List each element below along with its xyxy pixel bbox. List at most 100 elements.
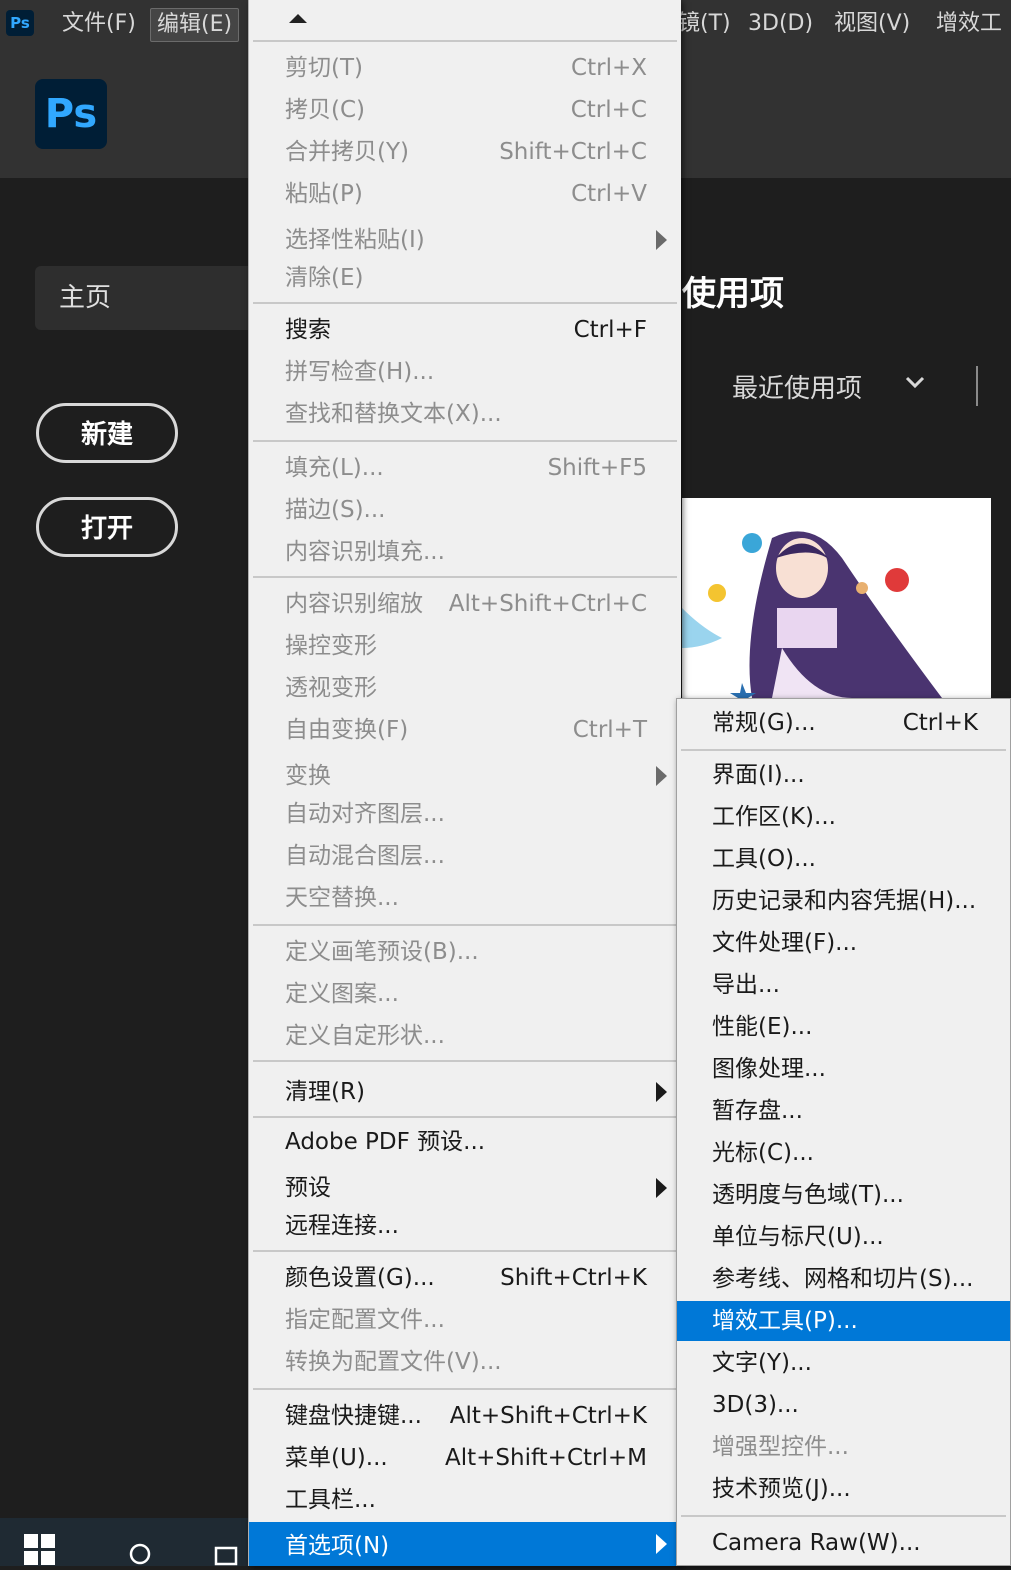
- menu-item-clear[interactable]: 清除(E): [249, 258, 681, 298]
- menu-item-find-replace[interactable]: 查找和替换文本(X)...: [249, 394, 681, 434]
- menu-edit[interactable]: 编辑(E): [150, 8, 240, 42]
- menu-item-copy-merged[interactable]: 合并拷贝(Y) Shift+Ctrl+C: [249, 132, 681, 172]
- menu-item-free-transform[interactable]: 自由变换(F) Ctrl+T: [249, 710, 681, 750]
- menu-item-define-pattern[interactable]: 定义图案...: [249, 974, 681, 1014]
- open-button[interactable]: 打开: [36, 497, 178, 557]
- label: 菜单(U)...: [285, 1445, 388, 1471]
- menu-item-search[interactable]: 搜索 Ctrl+F: [249, 310, 681, 350]
- task-view-icon[interactable]: [214, 1542, 246, 1566]
- label: 图像处理...: [712, 1056, 826, 1082]
- label: 预设: [285, 1175, 331, 1201]
- menu-item-adobe-pdf-presets[interactable]: Adobe PDF 预设...: [249, 1122, 681, 1162]
- menu-item-puppet-warp[interactable]: 操控变形: [249, 626, 681, 666]
- menu-item-transform[interactable]: 变换: [249, 756, 681, 796]
- shortcut: Alt+Shift+Ctrl+C: [448, 591, 647, 617]
- label: 定义画笔预设(B)...: [285, 939, 479, 965]
- label: 操控变形: [285, 633, 377, 659]
- menu-item-auto-align[interactable]: 自动对齐图层...: [249, 794, 681, 834]
- menu-item-content-aware-scale[interactable]: 内容识别缩放 Alt+Shift+Ctrl+C: [249, 584, 681, 624]
- menu-item-cut[interactable]: 剪切(T) Ctrl+X: [249, 48, 681, 88]
- menu-item-toolbar[interactable]: 工具栏...: [249, 1480, 681, 1520]
- label: 透明度与色域(T)...: [712, 1182, 904, 1208]
- menu-item-perspective-warp[interactable]: 透视变形: [249, 668, 681, 708]
- menu-item-fill[interactable]: 填充(L)... Shift+F5: [249, 448, 681, 488]
- recent-file-thumbnail[interactable]: [682, 498, 991, 698]
- menu-view[interactable]: 视图(V): [828, 8, 916, 40]
- label: Adobe PDF 预设...: [285, 1129, 486, 1155]
- menu-item-preferences[interactable]: 首选项(N): [249, 1522, 681, 1566]
- pref-item-image-processing[interactable]: 图像处理...: [677, 1049, 1010, 1089]
- label: 选择性粘贴(I): [285, 227, 425, 253]
- menu-separator: [681, 749, 1006, 751]
- menu-item-auto-blend[interactable]: 自动混合图层...: [249, 836, 681, 876]
- pref-item-file-handling[interactable]: 文件处理(F)...: [677, 923, 1010, 963]
- menu-filter[interactable]: 镜(T): [672, 8, 737, 40]
- recent-sort-dropdown[interactable]: 最近使用项: [732, 368, 862, 405]
- pref-item-guides-grid[interactable]: 参考线、网格和切片(S)...: [677, 1259, 1010, 1299]
- label: 技术预览(J)...: [712, 1476, 851, 1502]
- menu-item-define-brush[interactable]: 定义画笔预设(B)...: [249, 932, 681, 972]
- menu-plugins[interactable]: 增效工: [930, 8, 1008, 40]
- anime-girl-image: [682, 498, 991, 698]
- pref-item-cursors[interactable]: 光标(C)...: [677, 1133, 1010, 1173]
- menu-item-menus[interactable]: 菜单(U)... Alt+Shift+Ctrl+M: [249, 1438, 681, 1478]
- label: 工具栏...: [285, 1487, 376, 1513]
- pref-item-tech-preview[interactable]: 技术预览(J)...: [677, 1469, 1010, 1509]
- menu-item-paste-special[interactable]: 选择性粘贴(I): [249, 220, 681, 260]
- label: 清除(E): [285, 265, 364, 291]
- pref-item-general[interactable]: 常规(G)... Ctrl+K: [677, 703, 1010, 743]
- label: 自动对齐图层...: [285, 801, 445, 827]
- label: 搜索: [285, 317, 331, 343]
- pref-item-history[interactable]: 历史记录和内容凭据(H)...: [677, 881, 1010, 921]
- menu-item-spell-check[interactable]: 拼写检查(H)...: [249, 352, 681, 392]
- label: 常规(G)...: [712, 710, 816, 736]
- menu-item-remote-connections[interactable]: 远程连接...: [249, 1206, 681, 1246]
- menu-item-define-shape[interactable]: 定义自定形状...: [249, 1016, 681, 1056]
- label: 参考线、网格和切片(S)...: [712, 1266, 974, 1292]
- menu-file[interactable]: 文件(F): [56, 8, 142, 40]
- pref-item-interface[interactable]: 界面(I)...: [677, 755, 1010, 795]
- pref-item-workspace[interactable]: 工作区(K)...: [677, 797, 1010, 837]
- menu-item-convert-profile[interactable]: 转换为配置文件(V)...: [249, 1342, 681, 1382]
- menu-item-purge[interactable]: 清理(R): [249, 1072, 681, 1112]
- menu-item-copy[interactable]: 拷贝(C) Ctrl+C: [249, 90, 681, 130]
- label: 透视变形: [285, 675, 377, 701]
- pref-item-type[interactable]: 文字(Y)...: [677, 1343, 1010, 1383]
- menu-item-stroke[interactable]: 描边(S)...: [249, 490, 681, 530]
- label: 剪切(T): [285, 55, 363, 81]
- windows-start-icon[interactable]: [24, 1532, 58, 1566]
- menu-separator: [253, 40, 677, 42]
- menu-item-content-aware-fill[interactable]: 内容识别填充...: [249, 532, 681, 572]
- label: 粘贴(P): [285, 181, 363, 207]
- pref-item-units-rulers[interactable]: 单位与标尺(U)...: [677, 1217, 1010, 1257]
- menu-item-presets[interactable]: 预设: [249, 1168, 681, 1208]
- pref-item-plugins[interactable]: 增效工具(P)...: [677, 1301, 1010, 1341]
- app-icon[interactable]: Ps: [6, 10, 34, 36]
- pref-item-camera-raw[interactable]: Camera Raw(W)...: [677, 1523, 1010, 1563]
- menu-item-color-settings[interactable]: 颜色设置(G)... Shift+Ctrl+K: [249, 1258, 681, 1298]
- menu-3d[interactable]: 3D(D): [742, 8, 819, 40]
- chevron-down-icon[interactable]: [905, 370, 925, 396]
- home-tab[interactable]: 主页: [35, 266, 255, 330]
- menu-item-sky-replace[interactable]: 天空替换...: [249, 878, 681, 918]
- pref-item-scratch-disks[interactable]: 暂存盘...: [677, 1091, 1010, 1131]
- menu-item-assign-profile[interactable]: 指定配置文件...: [249, 1300, 681, 1340]
- shortcut: Ctrl+C: [570, 97, 647, 123]
- pref-item-3d[interactable]: 3D(3)...: [677, 1385, 1010, 1425]
- new-button[interactable]: 新建: [36, 403, 178, 463]
- search-icon[interactable]: [128, 1542, 156, 1566]
- label: 暂存盘...: [712, 1098, 803, 1124]
- pref-item-transparency[interactable]: 透明度与色域(T)...: [677, 1175, 1010, 1215]
- pref-item-enhanced-controls[interactable]: 增强型控件...: [677, 1427, 1010, 1467]
- menu-item-paste[interactable]: 粘贴(P) Ctrl+V: [249, 174, 681, 214]
- pref-item-performance[interactable]: 性能(E)...: [677, 1007, 1010, 1047]
- edit-menu: 剪切(T) Ctrl+X 拷贝(C) Ctrl+C 合并拷贝(Y) Shift+Ctr…: [248, 0, 681, 1566]
- menu-item-keyboard-shortcuts[interactable]: 键盘快捷键... Alt+Shift+Ctrl+K: [249, 1396, 681, 1436]
- submenu-arrow-icon: [656, 1534, 667, 1554]
- label: 远程连接...: [285, 1213, 399, 1239]
- scroll-up-arrow-icon[interactable]: [289, 14, 307, 23]
- pref-item-export[interactable]: 导出...: [677, 965, 1010, 1005]
- submenu-arrow-icon: [656, 1178, 667, 1198]
- pref-item-tools[interactable]: 工具(O)...: [677, 839, 1010, 879]
- label: 清理(R): [285, 1079, 365, 1105]
